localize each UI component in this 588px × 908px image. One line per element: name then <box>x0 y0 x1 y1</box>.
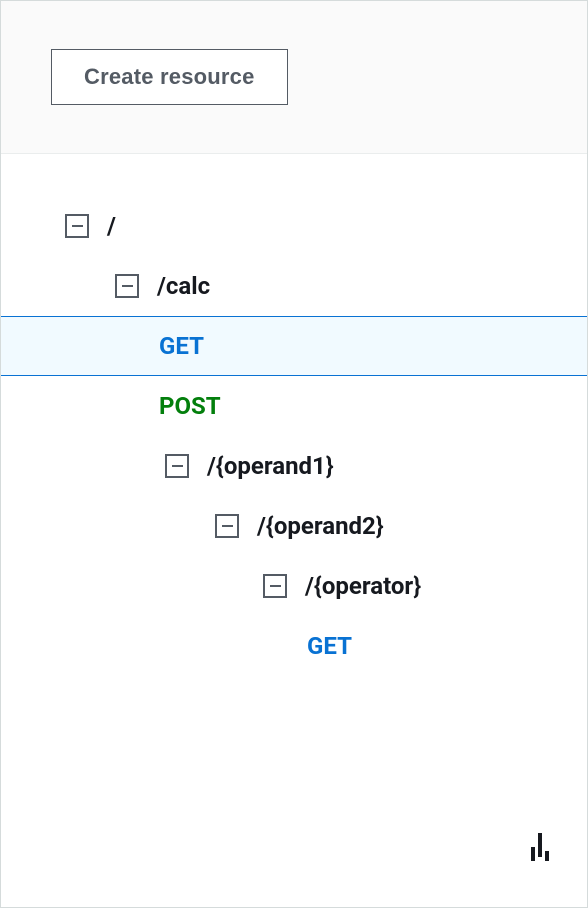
resource-tree: / /calc GET POST /{operand1} /{operand2}… <box>1 154 587 907</box>
collapse-icon[interactable] <box>165 454 189 478</box>
tree-node-operand1[interactable]: /{operand1} <box>1 436 587 496</box>
tree-node-calc[interactable]: /calc <box>1 256 587 316</box>
collapse-icon[interactable] <box>115 274 139 298</box>
collapse-icon[interactable] <box>65 214 89 238</box>
tree-node-operand2[interactable]: /{operand2} <box>1 496 587 556</box>
tree-node-label: /{operand1} <box>207 452 334 480</box>
tree-method-calc-post[interactable]: POST <box>1 376 587 436</box>
tree-method-operator-get[interactable]: GET <box>1 616 587 676</box>
tree-node-label: /{operand2} <box>257 512 384 540</box>
tree-node-label: / <box>107 212 116 240</box>
method-label: GET <box>307 632 352 660</box>
tree-node-root[interactable]: / <box>1 196 587 256</box>
tree-node-label: /calc <box>157 272 210 300</box>
panel-header: Create resource <box>1 1 587 154</box>
collapse-icon[interactable] <box>215 514 239 538</box>
create-resource-button[interactable]: Create resource <box>51 49 288 105</box>
collapse-icon[interactable] <box>263 574 287 598</box>
resource-panel: Create resource / /calc GET POST /{opera… <box>0 0 588 908</box>
tree-node-operator[interactable]: /{operator} <box>1 556 587 616</box>
tree-method-calc-get[interactable]: GET <box>1 316 587 376</box>
method-label: GET <box>159 332 204 360</box>
tree-node-label: /{operator} <box>305 572 421 600</box>
method-label: POST <box>159 392 221 420</box>
feedback-icon[interactable] <box>531 837 549 861</box>
